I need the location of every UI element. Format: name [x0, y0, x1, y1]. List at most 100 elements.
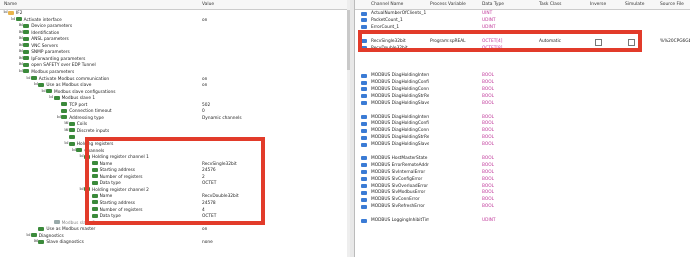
- tree-node-label: IF2: [16, 11, 23, 16]
- tree-node-label: VNC Servers: [31, 43, 59, 49]
- spacer-icon: [49, 220, 54, 225]
- parameter-icon: [23, 36, 30, 41]
- folder-icon: [8, 10, 14, 15]
- channel-arrow-icon: [361, 101, 367, 106]
- spacer-icon: [87, 174, 92, 179]
- parameter-icon: [23, 62, 30, 67]
- tree-node-label: open SAFETY over EDP Tunnel: [31, 63, 96, 69]
- channel-arrow-icon: [361, 115, 367, 119]
- collapse-icon[interactable]: ⊟: [11, 17, 16, 22]
- mapping-header: Channel Name Process Variable Data Type …: [355, 0, 690, 10]
- header-channel-name: Channel Name: [371, 2, 404, 7]
- tree-node-label: Starting address: [99, 200, 135, 206]
- channel-arrow-icon: [361, 128, 367, 133]
- tree-node-label: Number of registers: [99, 207, 143, 213]
- parameter-icon: [38, 226, 45, 231]
- spacer-icon: [87, 207, 92, 212]
- channel-arrow-icon: [361, 46, 367, 50]
- tree-node-label: Identification: [31, 30, 60, 36]
- spacer-icon: [87, 193, 92, 198]
- channel-arrow-icon: [361, 184, 367, 188]
- parameter-icon: [91, 213, 98, 218]
- parameter-icon: [91, 207, 98, 211]
- header-source-file: Source File: [660, 2, 684, 7]
- parameter-icon: [68, 121, 75, 126]
- tree-node-label: IpForwarding parameters: [31, 56, 86, 62]
- parameter-icon: [23, 69, 30, 74]
- tree-node-value[interactable]: none: [202, 239, 342, 246]
- parameter-icon: [91, 180, 98, 185]
- tree-node-label: Data type: [99, 214, 121, 220]
- tree-node-label: Data type: [99, 181, 121, 187]
- tree-node-label: Holding registers: [76, 142, 114, 147]
- header-process-variable: Process Variable: [430, 2, 466, 7]
- parameter-icon: [84, 154, 90, 159]
- channel-arrow-icon: [361, 18, 367, 23]
- parameter-icon: [61, 108, 68, 113]
- header-task-class: Task Class: [539, 2, 562, 7]
- parameter-icon: [23, 23, 30, 28]
- tree-node-label: Connection timeout: [69, 109, 112, 115]
- tree-node-label: Starting address: [99, 168, 135, 174]
- tree-node-label: Device parameters: [31, 24, 73, 30]
- parameter-icon: [68, 134, 75, 139]
- tree-row[interactable]: ⊞ Slave diagnostics none: [0, 239, 350, 246]
- parameter-icon: [61, 115, 68, 120]
- channel-arrow-icon: [361, 39, 367, 44]
- tree-node-label: Activate interface: [23, 17, 62, 23]
- header-name: Name: [4, 2, 17, 7]
- tree-node-label: Channels: [84, 148, 105, 154]
- channel-arrow-icon: [361, 73, 367, 78]
- spacer-icon: [87, 180, 92, 185]
- tree-node-label: Addressing type: [69, 115, 104, 121]
- channel-arrow-icon: [361, 87, 367, 92]
- channel-arrow-icon: [361, 94, 367, 99]
- channel-arrow-icon: [361, 25, 367, 30]
- tree-node-label: Slave diagnostics: [46, 240, 84, 246]
- spacer-icon: [87, 167, 92, 172]
- tree-node-label: ANSL parameters: [31, 37, 69, 43]
- parameter-icon: [76, 148, 83, 153]
- parameter-icon: [84, 187, 90, 192]
- channel-arrow-icon: [361, 11, 367, 16]
- header-inverse: Inverse: [590, 2, 607, 7]
- tree-node-label: SNMP parameters: [31, 50, 70, 56]
- channel-arrow-icon: [361, 197, 367, 202]
- tree-node-label: Activate Modbus communication: [38, 76, 110, 82]
- tree-node-label: Holding register channel 1: [92, 155, 149, 161]
- mapping-row[interactable]: MODBUS LoggingInhibitTime UDINT: [355, 217, 690, 224]
- parameter-icon: [91, 174, 98, 179]
- channel-arrow-icon: [361, 170, 367, 175]
- disabled-parameter-icon: [53, 220, 60, 225]
- tree-node-label: Modbus slave 2: [61, 220, 96, 226]
- tree-node-label: Modbus parameters: [31, 69, 75, 75]
- parameter-icon: [38, 239, 45, 244]
- channel-arrow-icon: [361, 204, 367, 209]
- data-type: UDINT: [482, 218, 496, 223]
- parameter-icon: [53, 95, 60, 100]
- parameter-icon: [23, 43, 30, 48]
- parameter-icon: [91, 200, 98, 205]
- tree-node-label: Use as Modbus master: [46, 227, 96, 233]
- parameter-icon: [68, 141, 75, 146]
- collapse-icon[interactable]: ⊟: [49, 95, 54, 100]
- parameter-icon: [68, 128, 75, 133]
- tree-node-label: Holding register channel 2: [92, 187, 149, 193]
- channel-arrow-icon: [361, 80, 367, 85]
- tree-node-label: Coils: [76, 122, 88, 128]
- channel-arrow-icon: [361, 142, 367, 147]
- tree-node-label: Use as Modbus slave: [46, 83, 92, 89]
- tree-node-label: Modbus slave 1: [61, 96, 96, 102]
- header-value: Value: [202, 2, 215, 7]
- spacer-icon: [87, 161, 92, 166]
- parameter-icon: [91, 193, 98, 198]
- spacer-icon: [87, 213, 92, 218]
- channel-arrow-icon: [361, 190, 367, 195]
- parameter-icon: [23, 30, 30, 35]
- channel-arrow-icon: [361, 156, 367, 161]
- tree-node-label: Number of registers: [99, 174, 143, 180]
- channel-arrow-icon: [361, 121, 367, 126]
- tree-node-label: Discrete inputs: [76, 128, 110, 134]
- parameter-icon: [30, 76, 37, 80]
- configuration-tree-pane: Name Value ⊟ IF2 ⊟ Activate interface on ⊞ Dev…: [0, 0, 351, 257]
